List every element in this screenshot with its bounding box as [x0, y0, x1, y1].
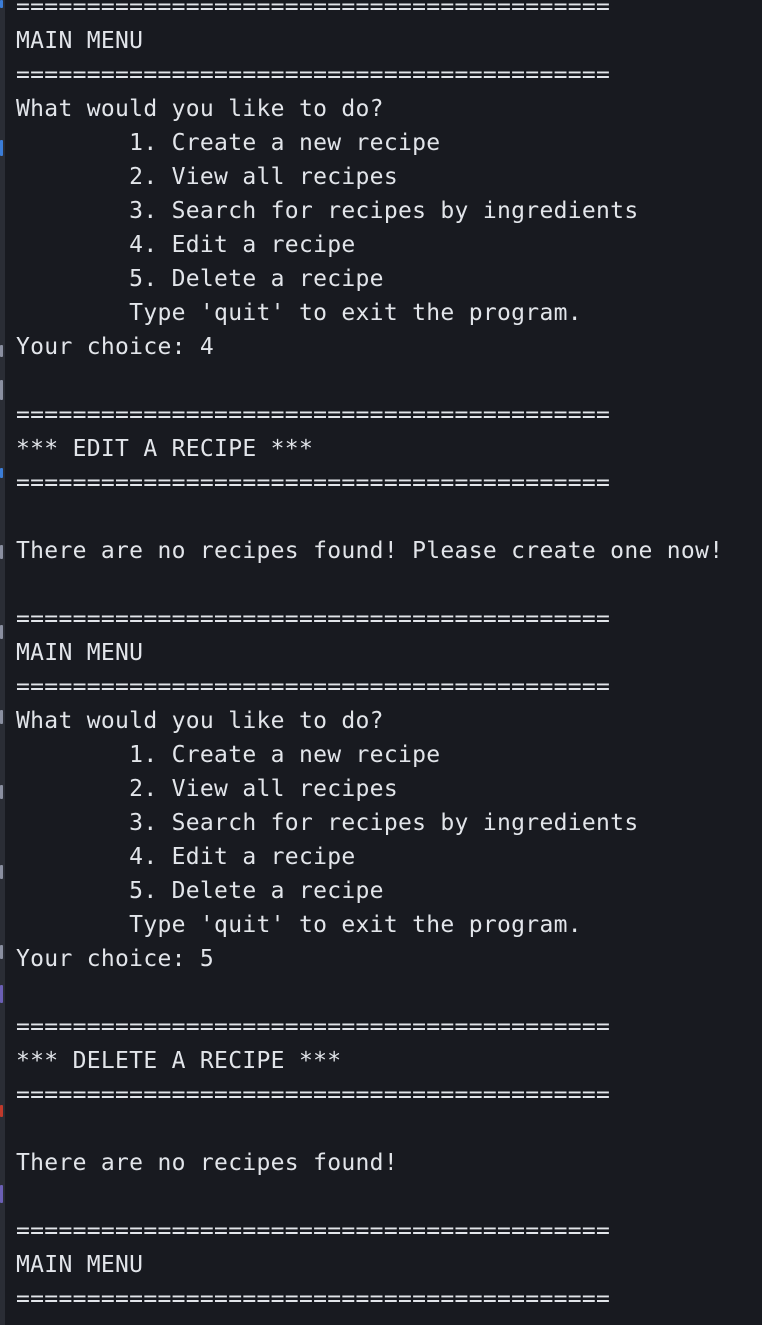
- gutter-marker: [0, 865, 3, 879]
- left-gutter: [0, 0, 5, 1325]
- terminal-line: MAIN MENU: [16, 1252, 144, 1278]
- gutter-marker: [0, 545, 3, 559]
- terminal-line: 3. Search for recipes by ingredients: [16, 810, 639, 836]
- gutter-marker: [0, 625, 3, 639]
- terminal-line: ========================================…: [16, 1286, 611, 1312]
- terminal-line: ========================================…: [16, 1014, 611, 1040]
- gutter-marker: [0, 985, 3, 1003]
- gutter-marker: [0, 345, 3, 357]
- terminal-line: *** DELETE A RECIPE ***: [16, 1048, 342, 1074]
- gutter-marker: [0, 785, 3, 799]
- terminal-line: ========================================…: [16, 62, 611, 88]
- terminal-window[interactable]: ========================================…: [0, 0, 762, 1325]
- gutter-marker: [0, 468, 3, 478]
- terminal-output: ========================================…: [16, 0, 723, 1316]
- gutter-marker: [0, 1105, 3, 1117]
- gutter-marker: [0, 945, 3, 959]
- gutter-marker: [0, 1185, 3, 1203]
- terminal-line: MAIN MENU: [16, 640, 144, 666]
- terminal-line: 2. View all recipes: [16, 164, 398, 190]
- terminal-line: 5. Delete a recipe: [16, 878, 384, 904]
- terminal-line: *** EDIT A RECIPE ***: [16, 436, 314, 462]
- terminal-line: ========================================…: [16, 470, 611, 496]
- terminal-line: What would you like to do?: [16, 96, 384, 122]
- gutter-marker: [0, 0, 3, 8]
- terminal-line: What would you like to do?: [16, 708, 384, 734]
- terminal-line: 4. Edit a recipe: [16, 232, 356, 258]
- gutter-marker: [0, 140, 3, 156]
- terminal-line: ========================================…: [16, 1082, 611, 1108]
- terminal-line: 2. View all recipes: [16, 776, 398, 802]
- terminal-line: There are no recipes found!: [16, 1150, 398, 1176]
- terminal-line: 5. Delete a recipe: [16, 266, 384, 292]
- terminal-line: 4. Edit a recipe: [16, 844, 356, 870]
- terminal-line: There are no recipes found! Please creat…: [16, 538, 724, 564]
- terminal-line: Type 'quit' to exit the program.: [16, 912, 582, 938]
- terminal-line: MAIN MENU: [16, 28, 144, 54]
- terminal-line: Your choice: 4: [16, 334, 215, 360]
- gutter-marker: [0, 710, 3, 724]
- terminal-line: ========================================…: [16, 402, 611, 428]
- terminal-line: Type 'quit' to exit the program.: [16, 300, 582, 326]
- terminal-line: ========================================…: [16, 674, 611, 700]
- terminal-line: 3. Search for recipes by ingredients: [16, 198, 639, 224]
- terminal-line: 1. Create a new recipe: [16, 130, 441, 156]
- gutter-marker: [0, 380, 3, 400]
- terminal-line: 1. Create a new recipe: [16, 742, 441, 768]
- terminal-line: ========================================…: [16, 606, 611, 632]
- terminal-line: ========================================…: [16, 1218, 611, 1244]
- terminal-line: Your choice: 5: [16, 946, 215, 972]
- terminal-line: ========================================…: [16, 0, 611, 20]
